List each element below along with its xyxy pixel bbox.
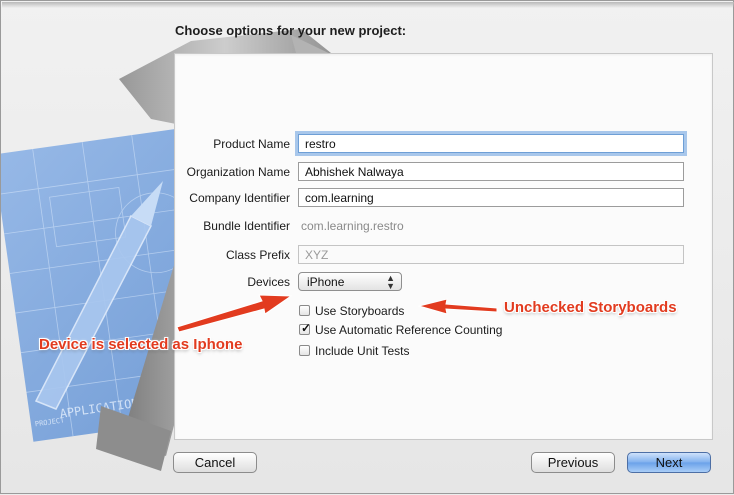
include-unit-tests-checkbox[interactable] [299,345,310,356]
organization-name-label: Organization Name [186,165,290,179]
storyboards-annotation: Unchecked Storyboards [504,299,677,316]
use-arc-checkbox[interactable]: ✓ [299,321,312,335]
devices-popup[interactable]: iPhone ▲ ▼ [298,272,402,291]
use-storyboards-checkbox[interactable] [299,305,310,316]
product-name-field[interactable]: restro [298,134,684,153]
use-arc-option[interactable]: ✓ Use Automatic Reference Counting [299,321,503,337]
bundle-identifier-label: Bundle Identifier [203,219,290,233]
new-project-dialog: APPLICATION APP PROJECT Choose options f… [0,0,734,494]
cancel-button[interactable]: Cancel [173,452,257,473]
include-unit-tests-label: Include Unit Tests [315,344,410,358]
checkmark-icon: ✓ [301,321,312,335]
class-prefix-field[interactable]: XYZ [298,245,684,264]
devices-selected-value: iPhone [307,275,345,289]
company-identifier-label: Company Identifier [189,191,290,205]
include-unit-tests-option[interactable]: Include Unit Tests [299,344,410,358]
company-identifier-field[interactable]: com.learning [298,188,684,207]
up-down-chevron-icon: ▲ ▼ [386,273,395,291]
class-prefix-label: Class Prefix [225,248,290,262]
use-storyboards-label: Use Storyboards [315,304,405,318]
devices-label: Devices [247,275,290,289]
use-arc-label: Use Automatic Reference Counting [315,323,503,337]
organization-name-field[interactable]: Abhishek Nalwaya [298,162,684,181]
bundle-identifier-value: com.learning.restro [301,219,404,233]
device-annotation: Device is selected as Iphone [39,336,243,353]
next-button[interactable]: Next [627,452,711,473]
use-storyboards-option[interactable]: Use Storyboards [299,304,404,318]
product-name-label: Product Name [213,137,290,151]
dialog-title: Choose options for your new project: [175,23,407,38]
previous-button[interactable]: Previous [531,452,615,473]
